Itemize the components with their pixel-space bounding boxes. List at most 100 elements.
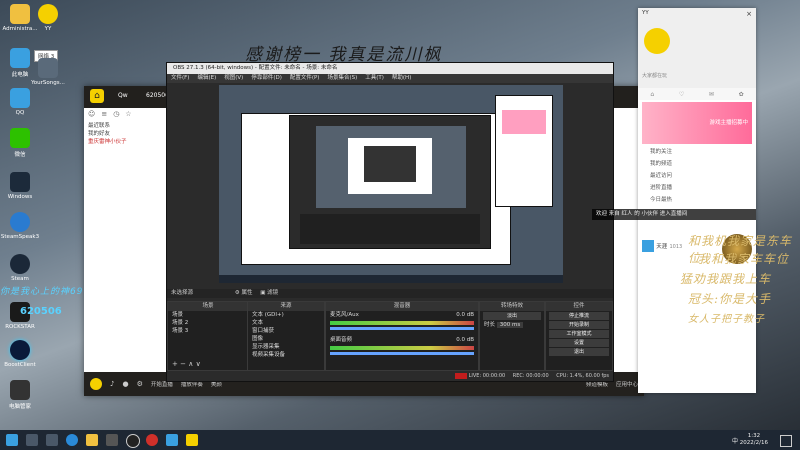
obs-preview[interactable] [219,85,563,283]
mixer-slider-1[interactable] [330,352,474,355]
yy-list-item-0[interactable]: 我的好友 [84,130,166,138]
stop-stream-button[interactable]: 停止推流 [549,312,609,320]
rp-subtitle: 大家都在玩 [642,73,668,79]
source-item-1[interactable]: 文本 [248,319,324,327]
mixer-track-1: 桌面音频 0.0 dB [326,336,478,344]
desktop-icon-windows[interactable]: Windows [0,172,40,200]
menu-scene-collection[interactable]: 场景集合(S) [327,74,357,83]
store-icon[interactable] [106,434,118,446]
cpu-status: CPU: 1.4%, 60.00 fps [556,373,609,379]
taskbar-clock[interactable]: 1:32 2022/2/16 [740,433,768,447]
qq-taskbar-icon[interactable] [166,434,178,446]
duration-label: 时长 [484,322,496,328]
close-icon[interactable]: × [746,10,752,18]
rec-time: REC: 00:00:00 [512,373,549,379]
edge-icon[interactable] [66,434,78,446]
rp-list-name: 天涯 [656,244,668,250]
obs-taskbar-icon[interactable] [126,434,140,448]
rp-menu-3[interactable]: 进阶直播 [638,182,756,194]
yy-taskbar-icon[interactable] [186,434,198,446]
clock-date: 2022/2/16 [739,440,768,446]
mixer-slider-0[interactable] [330,327,474,330]
computer-icon [10,48,30,68]
start-record-button[interactable]: 开始录制 [549,321,609,329]
scene-item-1[interactable]: 场景 2 [168,319,248,327]
transition-select[interactable]: 淡出 [483,312,541,320]
scene-down-icon[interactable]: ∨ [196,360,201,368]
notification-icon[interactable] [780,435,792,447]
menu-file[interactable]: 文件(F) [171,74,189,83]
user-icon[interactable]: ☺ [88,110,95,120]
filters-button[interactable]: ▣ 滤镜 [260,290,278,296]
desktop-icon-wechat[interactable]: 微信 [0,128,40,158]
settings-icon[interactable]: ⚙ [137,380,143,388]
source-toolbar: 未选择源 ⚙ 属性 ▣ 滤镜 [167,289,613,298]
source-item-3[interactable]: 图像 [248,335,324,343]
settings-button[interactable]: 设置 [549,339,609,347]
mixer-track-1-db: 0.0 dB [456,337,474,343]
exit-button[interactable]: 退出 [549,348,609,356]
desktop-icon-steam[interactable]: Steam [0,254,40,282]
mixer-meter-1 [330,346,474,350]
music-icon [38,58,58,78]
clock-icon[interactable]: ◷ [113,110,119,120]
clock-time: 1:32 [747,433,761,439]
taskview-icon[interactable] [46,434,58,446]
mic-icon[interactable]: ● [122,380,128,388]
home-tab-icon[interactable]: ⌂ [650,91,654,98]
scene-up-icon[interactable]: ∧ [188,360,193,368]
yy-logo-icon [90,378,102,390]
rp-avatar[interactable] [644,28,670,54]
menu-edit[interactable]: 编辑(E) [197,74,216,83]
preview-nested-obs [289,115,491,249]
rp-banner[interactable]: 游戏主播招募中 [642,102,752,144]
overlay-right-line-3: 冠头:你是大手 [688,292,772,306]
menu-help[interactable]: 帮助(H) [392,74,411,83]
rp-menu-2[interactable]: 最近访问 [638,170,756,182]
tray-lang[interactable]: 中 [732,436,738,445]
menu-view[interactable]: 视图(V) [224,74,243,83]
desktop-icon-manager[interactable]: 电脑管家 [0,380,40,410]
rp-menu-4[interactable]: 今日最热 [638,194,756,206]
overlay-banner: 感谢榜一 我真是流川枫 [245,45,443,65]
rp-menu-1[interactable]: 我的频道 [638,158,756,170]
yy-group-label: 最近联系 [88,123,111,129]
mixer-title: 混音器 [326,302,478,311]
yy-list-item-1[interactable]: 重庆雷神小伙子 [84,138,166,146]
remove-scene-icon[interactable]: − [180,360,186,368]
heart-tab-icon[interactable]: ♡ [679,91,684,98]
scene-item-2[interactable]: 场景 3 [168,327,248,335]
scene-item-0[interactable]: 场景 [168,311,248,319]
folder-taskbar-icon[interactable] [86,434,98,446]
home-icon[interactable]: ⌂ [90,89,104,103]
desktop-icon-qq[interactable]: QQ [0,88,40,116]
studio-mode-button[interactable]: 工作室模式 [549,330,609,338]
add-scene-icon[interactable]: + [172,360,178,368]
volume-icon[interactable]: ♪ [110,380,114,388]
rp-menu-0[interactable]: 我的关注 [638,146,756,158]
desktop-icon-yy[interactable]: YY [28,4,68,32]
rp-title: YY [642,10,649,16]
netease-icon[interactable] [146,434,158,446]
source-item-0[interactable]: 文本 (GDI+) [248,311,324,319]
duration-input[interactable]: 300 ms [496,322,524,328]
desktop-icon-boost[interactable]: BoostClient [0,340,40,368]
menu-docks[interactable]: 停靠部件(D) [251,74,282,83]
star-icon[interactable]: ☆ [125,110,131,120]
gift-tab-icon[interactable]: ✿ [739,91,744,98]
source-item-4[interactable]: 显示器采集 [248,343,324,351]
desktop-icon-steamspeak[interactable]: SteamSpeak3 [0,212,40,240]
mixer-track-1-name: 桌面音频 [330,337,353,343]
menu-tools[interactable]: 工具(T) [365,74,384,83]
list-icon[interactable]: ≡ [101,110,107,120]
filters-label: 滤镜 [267,290,279,296]
welcome-notice: 欢迎 来自 红人 的 小伙伴 进入直播间 [592,209,756,220]
properties-button[interactable]: ⚙ 属性 [235,290,253,296]
source-item-5[interactable]: 视频采集设备 [248,351,324,359]
start-icon[interactable] [6,434,18,446]
source-item-2[interactable]: 窗口捕获 [248,327,324,335]
search-icon[interactable] [26,434,38,446]
chat-tab-icon[interactable]: ✉ [709,91,714,98]
menu-profile[interactable]: 配置文件(P) [290,74,320,83]
desktop-icon-yoursongs[interactable]: YourSongs... [28,58,68,86]
